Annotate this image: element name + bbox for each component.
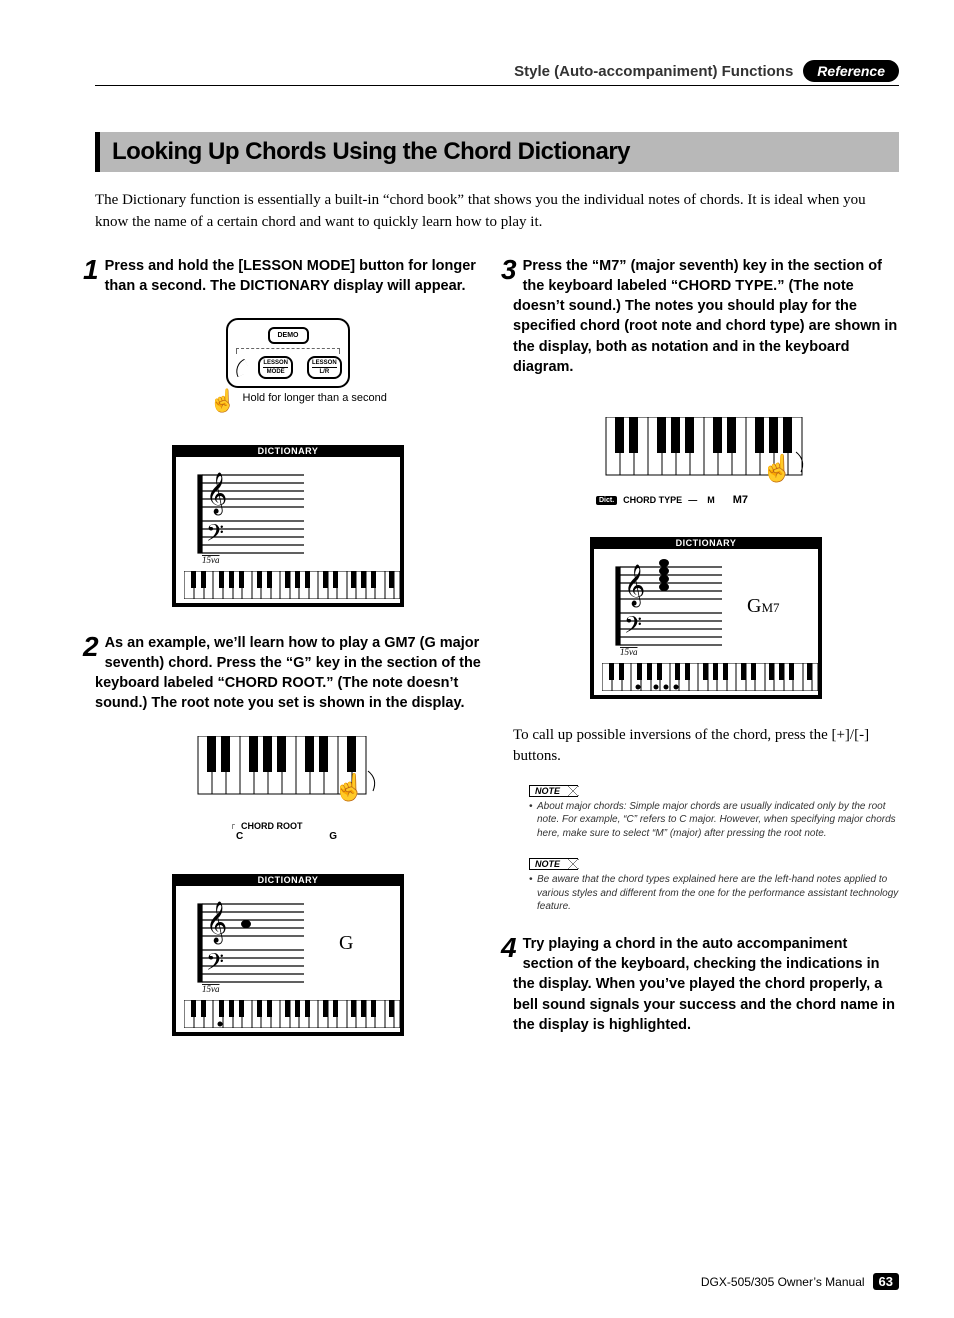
figure-dictionary-gm7: DICTIONARY 𝄞 𝄢 <box>513 533 899 699</box>
svg-text:𝄢: 𝄢 <box>624 613 642 644</box>
footer-manual-name: DGX-505/305 Owner’s Manual <box>701 1275 865 1289</box>
intro-paragraph: The Dictionary function is essentially a… <box>95 190 899 234</box>
svg-text:G: G <box>339 932 353 954</box>
mini-keyboard-icon <box>184 571 400 599</box>
step-4: 4 Try playing a chord in the auto accomp… <box>513 934 899 1035</box>
staff-notation-gm7-icon: 𝄞 𝄢 GM7 15va <box>602 557 812 657</box>
svg-text:𝄢: 𝄢 <box>206 521 224 552</box>
step-2-text: As an example, we’ll learn how to play a… <box>95 635 481 712</box>
lesson-mode-button: LESSON MODE <box>258 356 293 379</box>
dict-tag: Dict. <box>596 496 617 505</box>
staff-notation-g-icon: 𝄞 𝄢 G 15va <box>184 894 394 994</box>
figure-dictionary-empty: DICTIONARY 𝄞 𝄢 15va <box>95 441 481 607</box>
page-number-badge: 63 <box>873 1273 899 1290</box>
staff-notation-icon: 𝄞 𝄢 15va <box>184 465 394 565</box>
header-section: Style (Auto-accompaniment) Functions <box>514 63 793 80</box>
key-c-label: C <box>236 831 243 842</box>
chord-root-keyboard-icon: ☝ <box>188 736 388 814</box>
figure-dictionary-g: DICTIONARY 𝄞 𝄢 G 15va <box>95 870 481 1036</box>
section-title: Looking Up Chords Using the Chord Dictio… <box>112 138 887 166</box>
svg-text:15va: 15va <box>202 555 220 565</box>
svg-text:𝄞: 𝄞 <box>206 901 227 944</box>
svg-text:15va: 15va <box>202 984 220 994</box>
figure-chord-type: ☝ Dict. CHORD TYPE — M M7 <box>513 417 899 507</box>
note-2-text: Be aware that the chord types explained … <box>529 873 899 914</box>
step-4-text: Try playing a chord in the auto accompan… <box>513 936 895 1033</box>
note-box-2: NOTE Be aware that the chord types expla… <box>513 854 899 914</box>
note-box-1: NOTE About major chords: Simple major ch… <box>513 781 899 841</box>
step-3: 3 Press the “M7” (major seventh) key in … <box>513 256 899 378</box>
dictionary-header-3: DICTIONARY <box>590 537 822 549</box>
step-2: 2 As an example, we’ll learn how to play… <box>95 633 481 714</box>
step-1-number: 1 <box>83 256 99 284</box>
svg-text:☝: ☝ <box>761 452 793 484</box>
chord-type-label: CHORD TYPE <box>623 495 682 505</box>
mini-keyboard-gm7-icon <box>602 663 818 691</box>
hold-caption: Hold for longer than a second <box>243 392 387 404</box>
svg-text:𝄢: 𝄢 <box>206 950 224 981</box>
step-1-text: Press and hold the [LESSON MODE] button … <box>105 258 476 294</box>
dictionary-header: DICTIONARY <box>172 445 404 457</box>
svg-text:☝: ☝ <box>333 771 365 803</box>
svg-text:15va: 15va <box>620 647 638 657</box>
hand-pointer-icon: ☝ <box>209 390 236 412</box>
svg-text:GM7: GM7 <box>747 595 780 617</box>
inversion-note: To call up possible inversions of the ch… <box>513 725 899 767</box>
dictionary-header-2: DICTIONARY <box>172 874 404 886</box>
svg-text:𝄞: 𝄞 <box>624 564 645 607</box>
lesson-lr-button: LESSON L/R <box>307 356 342 379</box>
m7-label: M7 <box>733 494 748 506</box>
step-2-number: 2 <box>83 633 99 661</box>
note-1-text: About major chords: Simple major chords … <box>529 800 899 841</box>
demo-button-label: DEMO <box>268 327 309 344</box>
step-3-number: 3 <box>501 256 517 284</box>
figure-lesson-button: DEMO LESSON MODE LESSON L/R <box>95 318 481 415</box>
note-label-2: NOTE <box>529 858 578 870</box>
figure-chord-root: ☝ ┌ CHORD ROOT C G <box>95 736 481 844</box>
svg-text:𝄞: 𝄞 <box>206 472 227 515</box>
key-g-label: G <box>329 831 337 842</box>
step-4-number: 4 <box>501 934 517 962</box>
note-label-1: NOTE <box>529 785 578 797</box>
chord-type-keyboard-icon: ☝ <box>596 417 816 487</box>
m-label: M <box>707 495 715 505</box>
mini-keyboard-g-icon <box>184 1000 400 1028</box>
section-title-bar: Looking Up Chords Using the Chord Dictio… <box>95 132 899 172</box>
reference-badge: Reference <box>803 60 899 82</box>
chord-root-label: CHORD ROOT <box>241 821 303 831</box>
step-1: 1 Press and hold the [LESSON MODE] butto… <box>95 256 481 297</box>
step-3-text: Press the “M7” (major seventh) key in th… <box>513 258 897 375</box>
